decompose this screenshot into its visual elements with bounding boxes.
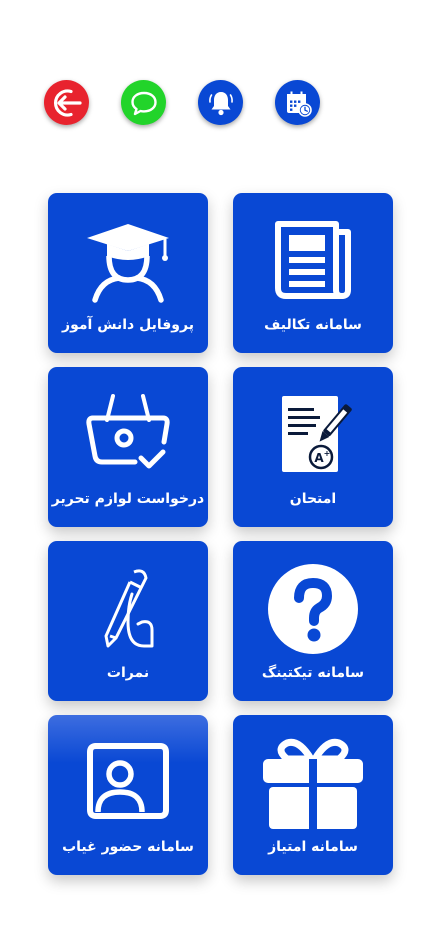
- tile-attendance[interactable]: سامانه حضور غیاب: [48, 715, 208, 875]
- chat-bubble-icon: [130, 91, 157, 115]
- tile-ticketing-label: سامانه تیکتینگ: [261, 665, 365, 681]
- svg-text:+: +: [324, 449, 331, 458]
- tile-ticketing[interactable]: سامانه تیکتینگ: [233, 541, 393, 701]
- logout-button[interactable]: [44, 80, 89, 125]
- tile-attendance-label: سامانه حضور غیاب: [62, 839, 194, 855]
- shopping-basket-icon: [86, 394, 170, 469]
- question-icon: [268, 564, 358, 654]
- tile-exam-label: امتحان: [289, 491, 337, 507]
- tile-stationery-request[interactable]: درخواست لوازم تحریر: [48, 367, 208, 527]
- newspaper-icon: [275, 221, 351, 299]
- tile-grades[interactable]: نمرات: [48, 541, 208, 701]
- calendar-clock-icon: [286, 91, 312, 117]
- bell-icon: [208, 91, 233, 115]
- tile-assignments[interactable]: سامانه تکالیف: [233, 193, 393, 353]
- exam-paper-icon: A +: [282, 396, 352, 472]
- tile-student-profile[interactable]: پروفایل دانش آموز: [48, 193, 208, 353]
- calendar-button[interactable]: [275, 80, 320, 125]
- tile-exam[interactable]: A + امتحان: [233, 367, 393, 527]
- tile-rewards[interactable]: سامانه امتیاز: [233, 715, 393, 875]
- dashboard-page: سامانه تکالیف پروفایل دانش آموز A + امتح…: [0, 0, 441, 935]
- tile-grades-label: نمرات: [106, 665, 150, 681]
- graduate-icon: [87, 224, 169, 303]
- top-action-bar: [0, 80, 441, 126]
- notifications-button[interactable]: [198, 80, 243, 125]
- logout-icon: [53, 88, 82, 117]
- tile-assignments-label: سامانه تکالیف: [264, 317, 362, 333]
- pen-icon: [104, 569, 154, 648]
- tile-rewards-label: سامانه امتیاز: [268, 839, 358, 855]
- id-card-icon: [87, 743, 169, 819]
- tile-stationery-request-label: درخواست لوازم تحریر: [51, 491, 205, 507]
- tile-student-profile-label: پروفایل دانش آموز: [62, 317, 194, 333]
- messages-button[interactable]: [121, 80, 166, 125]
- gift-icon: [263, 738, 363, 829]
